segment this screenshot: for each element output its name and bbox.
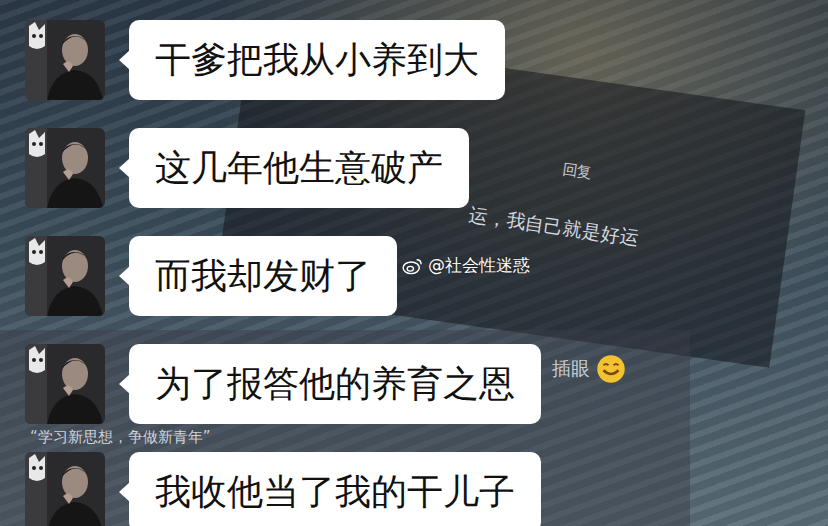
weibo-logo-icon (402, 257, 424, 275)
avatar-icon[interactable] (25, 20, 105, 100)
message-row: 我收他当了我的干儿子 (25, 452, 828, 526)
watermark: @社会性迷惑 (402, 254, 530, 277)
message-row: 干爹把我从小养到大 (25, 20, 828, 100)
smile-icon (596, 354, 626, 384)
background-tag: 插眼 (552, 354, 626, 384)
message-bubble: 这几年他生意破产 (129, 128, 469, 208)
background-slogan: “学习新思想，争做新青年” (30, 428, 211, 447)
message-row: 这几年他生意破产 (25, 128, 828, 208)
background-reply: 回复 (561, 160, 593, 183)
message-list: 干爹把我从小养到大这几年他生意破产而我却发财了为了报答他的养育之恩我收他当了我的… (0, 0, 828, 526)
message-bubble: 为了报答他的养育之恩 (129, 344, 541, 424)
message-bubble: 而我却发财了 (129, 236, 397, 316)
chat-screen: 回复运，我自己就是好运插眼“学习新思想，争做新青年”干爹把我从小养到大这几年他生… (0, 0, 828, 526)
message-bubble: 我收他当了我的干儿子 (129, 452, 541, 526)
avatar-icon[interactable] (25, 128, 105, 208)
avatar-icon[interactable] (25, 344, 105, 424)
message-row: 为了报答他的养育之恩 (25, 344, 828, 424)
avatar-icon[interactable] (25, 236, 105, 316)
message-bubble: 干爹把我从小养到大 (129, 20, 505, 100)
message-row: 而我却发财了 (25, 236, 828, 316)
avatar-icon[interactable] (25, 452, 105, 526)
